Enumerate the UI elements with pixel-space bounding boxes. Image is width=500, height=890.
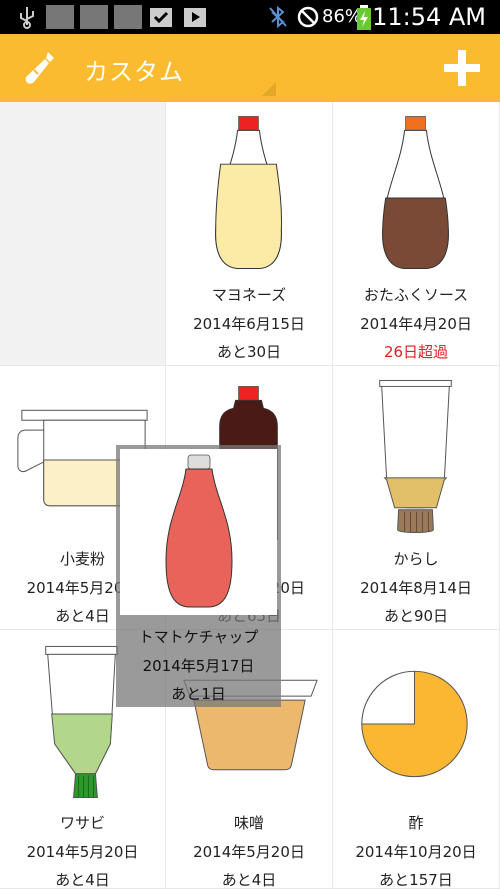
item-name: 酢 (408, 814, 424, 832)
item-name: 味噌 (233, 814, 264, 832)
item-card[interactable]: 酢 2014年10月20日 あと157日 (333, 630, 500, 889)
page-title: カスタム (84, 58, 184, 86)
add-icon[interactable] (442, 48, 482, 88)
app-bar: カスタム (0, 34, 500, 102)
clipboard-check-icon (150, 8, 172, 27)
mayonnaise-bottle-icon (215, 116, 282, 270)
app-notification-icon (46, 5, 74, 29)
app-notification-icon (80, 5, 108, 29)
item-remaining: あと157日 (379, 871, 453, 889)
mustard-tube-icon (379, 379, 452, 534)
item-date: 2014年4月20日 (360, 315, 472, 333)
item-date: 2014年5月20日 (193, 843, 305, 861)
battery-charging-icon (357, 5, 371, 30)
do-not-disturb-icon (297, 6, 319, 28)
item-remaining: あと4日 (55, 871, 110, 889)
item-card[interactable]: おたふくソース 2014年4月20日 26日超過 (333, 102, 500, 366)
status-bar: 86% 11:54 AM (0, 0, 500, 34)
app-logo-icon[interactable] (20, 48, 60, 88)
usb-icon (20, 7, 34, 29)
item-date: 2014年5月17日 (142, 657, 255, 675)
item-date: 2014年10月20日 (355, 843, 477, 861)
item-date: 2014年5月20日 (26, 843, 139, 861)
item-card[interactable]: からし 2014年8月14日 あと90日 (333, 366, 500, 630)
ketchup-bottle-icon (165, 454, 233, 608)
app-notification-icon (114, 5, 142, 29)
vinegar-pie-icon (361, 670, 468, 778)
item-remaining-overdue: 26日超過 (383, 343, 449, 361)
dragging-item-card[interactable]: トマトケチャップ 2014年5月17日 あと1日 (116, 445, 281, 707)
item-remaining: あと1日 (171, 685, 226, 703)
clock: 11:54 AM (372, 3, 486, 31)
dragging-item-image (120, 449, 277, 615)
item-remaining: あと4日 (221, 871, 277, 889)
item-name: マヨネーズ (211, 286, 287, 304)
item-date: 2014年8月14日 (360, 579, 472, 597)
item-name: からし (393, 550, 439, 568)
item-card[interactable]: マヨネーズ 2014年6月15日 あと30日 (166, 102, 333, 366)
item-name: ワサビ (59, 814, 105, 832)
item-date: 2014年6月15日 (193, 315, 305, 333)
play-store-icon (184, 8, 206, 27)
item-remaining: あと30日 (216, 343, 282, 361)
bluetooth-off-icon (269, 5, 287, 29)
sauce-bottle-icon (382, 116, 449, 270)
item-name: おたふくソース (363, 286, 469, 304)
item-remaining: あと90日 (383, 607, 449, 625)
empty-cell (0, 102, 166, 366)
spinner-indicator[interactable] (262, 82, 276, 96)
item-name: トマトケチャップ (138, 628, 259, 646)
